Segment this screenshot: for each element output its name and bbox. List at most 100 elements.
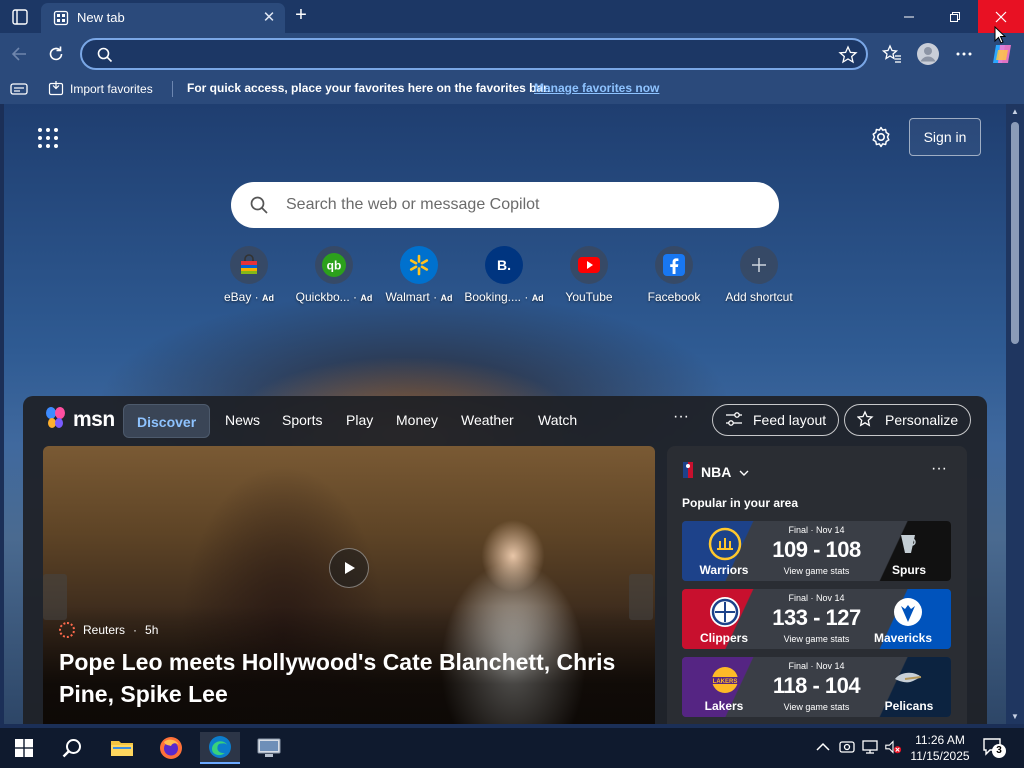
shortcut-booking[interactable]: B. Booking.... · Ad bbox=[461, 246, 547, 308]
next-article-button[interactable] bbox=[629, 574, 653, 620]
msn-wordmark: msn bbox=[73, 408, 115, 431]
msn-logo[interactable]: msn bbox=[43, 406, 115, 434]
favorites-icon[interactable] bbox=[879, 42, 905, 66]
walmart-spark-icon bbox=[400, 246, 438, 284]
mavericks-logo-icon bbox=[891, 595, 925, 629]
address-input[interactable] bbox=[122, 43, 822, 65]
import-favorites-button[interactable]: Import favorites bbox=[48, 80, 153, 98]
network-icon[interactable] bbox=[861, 738, 879, 756]
plus-icon bbox=[740, 246, 778, 284]
source-separator: · bbox=[133, 623, 138, 637]
file-explorer-icon[interactable] bbox=[102, 732, 142, 764]
tab-actions-icon[interactable] bbox=[8, 6, 32, 28]
game-score: 133 - 127 bbox=[772, 605, 861, 630]
shortcut-ebay[interactable]: eBay · Ad bbox=[206, 246, 292, 308]
ad-badge: Ad bbox=[531, 293, 544, 303]
article-age: 5h bbox=[145, 623, 159, 637]
web-search-input[interactable] bbox=[286, 194, 756, 216]
game-score: 109 - 108 bbox=[772, 537, 861, 562]
copilot-icon[interactable] bbox=[989, 42, 1015, 66]
volume-muted-icon[interactable] bbox=[884, 738, 902, 756]
personalize-button[interactable]: Personalize bbox=[844, 404, 972, 436]
page-scrollbar[interactable]: ▲ ▼ bbox=[1006, 104, 1024, 724]
add-favorite-star-icon[interactable] bbox=[838, 45, 858, 65]
game-status: Final · Nov 14 bbox=[788, 525, 845, 535]
nav-more-button[interactable]: ··· bbox=[673, 408, 689, 426]
web-search-box[interactable] bbox=[231, 182, 779, 228]
warriors-logo-icon bbox=[708, 527, 742, 561]
scroll-down-arrow-icon[interactable]: ▼ bbox=[1010, 712, 1020, 721]
view-game-stats-link[interactable]: View game stats bbox=[764, 634, 869, 644]
view-game-stats-link[interactable]: View game stats bbox=[764, 566, 869, 576]
title-bar: New tab ✕ + bbox=[0, 0, 1024, 33]
game-score-panel: Final · Nov 14 118 - 104 View game stats bbox=[764, 657, 869, 717]
shortcut-youtube[interactable]: YouTube bbox=[546, 246, 632, 308]
game-score-panel: Final · Nov 14 109 - 108 View game stats bbox=[764, 521, 869, 581]
notification-count-badge: 3 bbox=[992, 744, 1006, 758]
settings-and-more-icon[interactable] bbox=[951, 42, 977, 66]
play-video-button[interactable] bbox=[329, 548, 369, 588]
view-game-stats-link[interactable]: View game stats bbox=[764, 702, 869, 712]
firefox-icon[interactable] bbox=[151, 732, 191, 764]
taskbar-clock[interactable]: 11:26 AM 11/15/2025 bbox=[906, 732, 974, 764]
sign-in-button[interactable]: Sign in bbox=[909, 118, 981, 156]
nba-logo-icon bbox=[683, 462, 693, 481]
tab-money[interactable]: Money bbox=[396, 412, 438, 428]
scroll-up-arrow-icon[interactable]: ▲ bbox=[1010, 107, 1020, 116]
shortcut-label: eBay bbox=[223, 290, 252, 304]
sports-more-button[interactable]: ··· bbox=[931, 460, 947, 478]
tab-close-icon[interactable]: ✕ bbox=[259, 8, 279, 28]
restore-button[interactable] bbox=[932, 0, 978, 33]
minimize-button[interactable] bbox=[886, 0, 932, 33]
back-icon[interactable] bbox=[7, 42, 33, 66]
mouse-pointer-icon bbox=[994, 25, 1007, 44]
scrollbar-thumb[interactable] bbox=[1011, 122, 1019, 344]
reuters-logo-icon bbox=[59, 622, 75, 638]
game-row[interactable]: Clippers Final · Nov 14 133 - 127 View g… bbox=[682, 589, 951, 649]
windows-taskbar: 11:26 AM 11/15/2025 3 bbox=[0, 728, 1024, 768]
league-selector[interactable]: NBA bbox=[683, 462, 749, 481]
tab-watch[interactable]: Watch bbox=[538, 412, 577, 428]
clippers-logo-icon bbox=[708, 595, 742, 629]
shortcut-quickbooks[interactable]: qb Quickbo... · Ad bbox=[291, 246, 377, 308]
source-name: Reuters bbox=[83, 623, 126, 637]
home-team-panel: LAKERS Lakers bbox=[682, 657, 772, 717]
game-row[interactable]: LAKERS Lakers Final · Nov 14 118 - 104 V… bbox=[682, 657, 951, 717]
tab-news[interactable]: News bbox=[225, 412, 260, 428]
meet-now-camera-icon[interactable] bbox=[838, 738, 856, 756]
taskbar-search-icon[interactable] bbox=[52, 732, 92, 764]
show-hidden-icons-chevron-up-icon[interactable] bbox=[814, 738, 832, 756]
tab-new-tab[interactable]: New tab ✕ bbox=[41, 3, 285, 33]
reading-mode-icon[interactable] bbox=[10, 81, 28, 97]
microsoft-edge-icon[interactable] bbox=[200, 732, 240, 764]
feed-layout-label: Feed layout bbox=[753, 412, 827, 428]
remote-desktop-icon[interactable] bbox=[249, 732, 289, 764]
facebook-icon bbox=[655, 246, 693, 284]
address-bar[interactable] bbox=[80, 38, 868, 70]
tab-title: New tab bbox=[77, 10, 125, 25]
tab-weather[interactable]: Weather bbox=[461, 412, 514, 428]
page-settings-gear-icon[interactable] bbox=[870, 126, 892, 148]
notification-center-button[interactable]: 3 bbox=[982, 736, 1008, 760]
shortcut-facebook[interactable]: Facebook bbox=[631, 246, 717, 308]
personalize-label: Personalize bbox=[885, 412, 959, 428]
tab-play[interactable]: Play bbox=[346, 412, 373, 428]
article-headline[interactable]: Pope Leo meets Hollywood's Cate Blanchet… bbox=[59, 646, 639, 710]
new-tab-button[interactable]: + bbox=[289, 5, 313, 27]
manage-favorites-link[interactable]: Manage favorites now bbox=[534, 81, 659, 95]
feed-layout-button[interactable]: Feed layout bbox=[712, 404, 840, 436]
add-shortcut-button[interactable]: Add shortcut bbox=[716, 246, 802, 308]
hero-article-card[interactable]: Reuters · 5h Pope Leo meets Hollywood's … bbox=[43, 446, 655, 724]
tab-sports[interactable]: Sports bbox=[282, 412, 322, 428]
shortcut-label: Booking.... bbox=[464, 290, 522, 304]
refresh-icon[interactable] bbox=[43, 42, 69, 66]
profile-avatar[interactable] bbox=[915, 42, 941, 66]
app-launcher-icon[interactable] bbox=[37, 127, 59, 149]
away-team-name: Mavericks bbox=[873, 631, 933, 645]
previous-article-button[interactable] bbox=[43, 574, 67, 620]
start-button[interactable] bbox=[4, 732, 44, 764]
game-row[interactable]: Warriors Final · Nov 14 109 - 108 View g… bbox=[682, 521, 951, 581]
tab-discover[interactable]: Discover bbox=[123, 404, 211, 438]
shortcut-walmart[interactable]: Walmart · Ad bbox=[376, 246, 462, 308]
sports-subtitle: Popular in your area bbox=[682, 496, 799, 510]
